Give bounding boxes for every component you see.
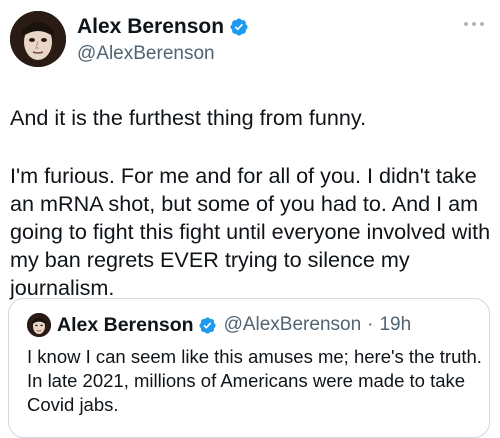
author-name-row: Alex Berenson xyxy=(77,14,249,40)
tweet-text-paragraph-2: I'm furious. For me and for all of you. … xyxy=(10,163,497,300)
quoted-verified-badge-icon xyxy=(198,316,217,335)
tweet-card: Alex Berenson @AlexBerenson And it is th… xyxy=(0,0,500,438)
tweet-text-paragraph-1: And it is the furthest thing from funny. xyxy=(10,105,367,130)
verified-badge-icon xyxy=(229,17,249,37)
author-avatar[interactable] xyxy=(10,11,66,67)
quoted-author-avatar xyxy=(27,313,51,337)
more-options-button[interactable] xyxy=(460,14,488,34)
quoted-display-name: Alex Berenson xyxy=(57,314,194,336)
quoted-timestamp: 19h xyxy=(379,314,412,335)
quoted-header: Alex Berenson @AlexBerenson · 19h xyxy=(57,312,411,338)
quoted-tweet-text: I know I can seem like this amuses me; h… xyxy=(27,346,482,415)
more-options-icon xyxy=(463,21,485,27)
quoted-handle: @AlexBerenson xyxy=(223,314,362,335)
author-handle[interactable]: @AlexBerenson xyxy=(77,42,215,66)
author-display-name[interactable]: Alex Berenson xyxy=(77,14,224,40)
quoted-tweet[interactable]: Alex Berenson @AlexBerenson · 19h I know… xyxy=(8,298,490,438)
quoted-separator: · xyxy=(367,314,374,335)
